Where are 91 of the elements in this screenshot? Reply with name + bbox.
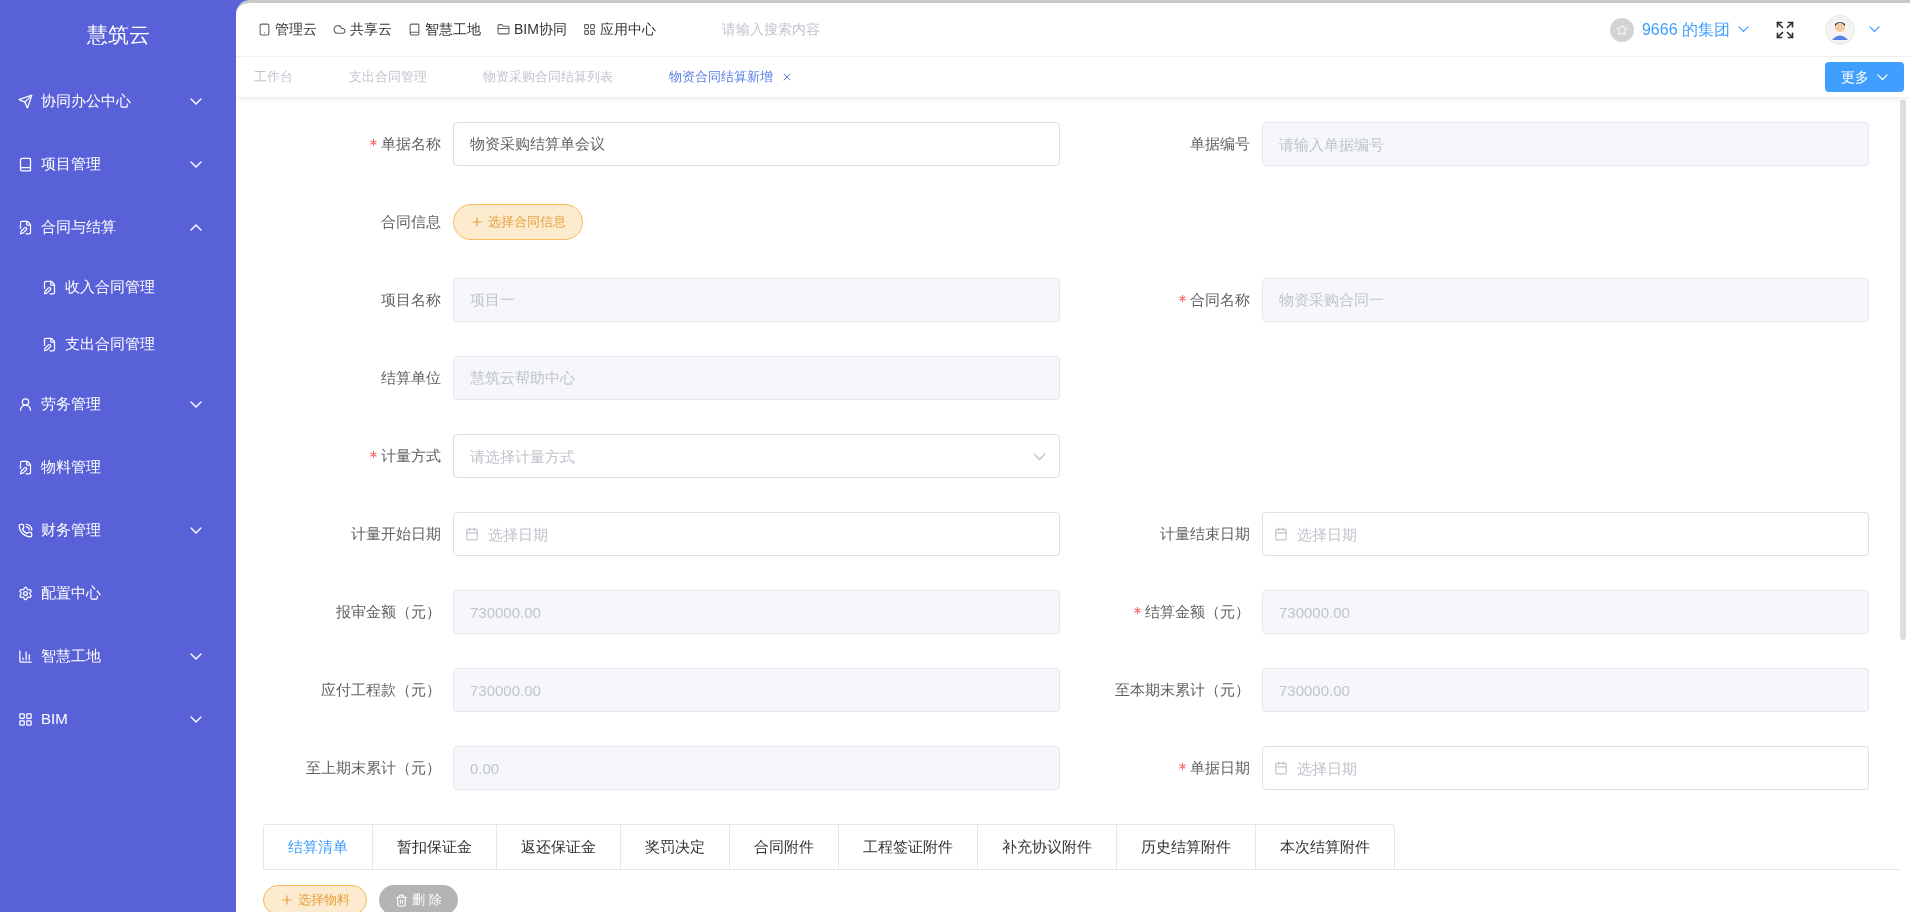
edit-icon (18, 460, 33, 475)
avatar-icon[interactable] (1825, 14, 1855, 45)
field-label: 结算金额（元） (1145, 601, 1250, 622)
plus-icon (280, 893, 294, 907)
nav-link[interactable]: BIM协同 (497, 19, 567, 40)
organization-switcher[interactable]: 9666 的集团 (1609, 17, 1749, 42)
close-icon[interactable] (781, 71, 793, 83)
tablet-icon (258, 23, 271, 36)
edit-icon (42, 280, 57, 295)
chevron-down-icon (190, 161, 202, 168)
grid-icon (18, 712, 33, 727)
sidebar-item[interactable]: 财务管理 (0, 499, 236, 562)
fullscreen-icon[interactable] (1775, 19, 1795, 40)
grid-icon (582, 23, 596, 36)
chevron-down-icon (1738, 26, 1749, 33)
date-field[interactable]: 选择日期 (453, 512, 1060, 556)
required-icon (1134, 606, 1141, 614)
detail-tab[interactable]: 工程签证附件 (838, 825, 977, 869)
text-field[interactable]: 物资采购结算单会议 (453, 122, 1060, 166)
field-label: 至本期末累计（元） (1115, 679, 1250, 700)
select-field[interactable]: 请选择计量方式 (453, 434, 1060, 478)
field-label: 合同名称 (1190, 289, 1250, 310)
plus-icon (470, 215, 484, 229)
field-label: 合同信息 (381, 211, 441, 232)
required-icon (370, 450, 377, 458)
nav-link[interactable]: 智慧工地 (408, 19, 481, 40)
calendar-icon (1274, 761, 1288, 775)
field-label: 单据名称 (381, 133, 441, 154)
phone-icon (18, 523, 33, 538)
required-icon (1179, 762, 1186, 770)
page-tab[interactable]: 物资合同结算新增 (669, 67, 793, 87)
chevron-down-icon (1877, 73, 1888, 81)
chevron-down-icon (190, 98, 202, 105)
trash-icon (395, 893, 408, 907)
field-label: 至上期末累计（元） (306, 757, 441, 778)
detail-tab[interactable]: 返还保证金 (496, 825, 620, 869)
date-field[interactable]: 选择日期 (1262, 746, 1869, 790)
detail-tab[interactable]: 奖罚决定 (620, 825, 729, 869)
edit-icon (18, 220, 33, 235)
book-icon (408, 23, 421, 36)
sidebar-item[interactable]: 配置中心 (0, 562, 236, 625)
sidebar-item[interactable]: 智慧工地 (0, 625, 236, 688)
sidebar-item[interactable]: BIM (0, 688, 236, 751)
sidebar-item[interactable]: 合同与结算 (0, 196, 236, 259)
sidebar-item[interactable]: 协同办公中心 (0, 70, 236, 133)
chart-icon (18, 649, 33, 664)
chevron-down-icon (1033, 453, 1046, 461)
detail-tab[interactable]: 本次结算附件 (1255, 825, 1394, 869)
chevron-down-icon[interactable] (1869, 26, 1880, 33)
field-label: 计量开始日期 (351, 523, 441, 544)
required-icon (370, 138, 377, 146)
sidebar-item[interactable]: 劳务管理 (0, 373, 236, 436)
sidebar-item[interactable]: 项目管理 (0, 133, 236, 196)
scrollbar[interactable] (1900, 100, 1906, 640)
field-label: 计量方式 (381, 445, 441, 466)
nav-link[interactable]: 管理云 (258, 19, 317, 40)
chevron-down-icon (190, 401, 202, 408)
calendar-icon (465, 527, 479, 541)
nav-link[interactable]: 共享云 (333, 19, 392, 40)
detail-tab[interactable]: 历史结算附件 (1116, 825, 1255, 869)
detail-tab[interactable]: 补充协议附件 (977, 825, 1116, 869)
field-label: 计量结束日期 (1160, 523, 1250, 544)
sidebar-item[interactable]: 物料管理 (0, 436, 236, 499)
search-field[interactable]: 请输入搜索内容 (721, 19, 982, 40)
sidebar-subitem[interactable]: 收入合同管理 (0, 259, 236, 316)
detail-tab[interactable]: 暂扣保证金 (372, 825, 496, 869)
chevron-down-icon (190, 716, 202, 723)
detail-tab[interactable]: 合同附件 (729, 825, 838, 869)
field-label: 单据编号 (1190, 133, 1250, 154)
field-label: 单据日期 (1190, 757, 1250, 778)
cloud-icon (333, 23, 346, 36)
field-label: 项目名称 (381, 289, 441, 310)
settings-icon (18, 586, 33, 601)
nav-link[interactable]: 应用中心 (582, 19, 656, 40)
field-label: 结算单位 (381, 367, 441, 388)
date-field[interactable]: 选择日期 (1262, 512, 1869, 556)
required-icon (1179, 294, 1186, 302)
chevron-down-icon (190, 653, 202, 660)
folder-icon (497, 23, 510, 36)
send-icon (18, 94, 33, 109)
calendar-icon (1274, 527, 1288, 541)
chevron-up-icon (190, 224, 202, 231)
app-title: 慧筑云 (86, 22, 150, 49)
more-button[interactable]: 更多 (1825, 62, 1904, 92)
chevron-down-icon (190, 527, 202, 534)
field-label: 应付工程款（元） (321, 679, 441, 700)
user-icon (18, 397, 33, 412)
edit-icon (42, 337, 57, 352)
sidebar-subitem[interactable]: 支出合同管理 (0, 316, 236, 373)
book-icon (18, 157, 33, 172)
field-label: 报审金额（元） (336, 601, 441, 622)
